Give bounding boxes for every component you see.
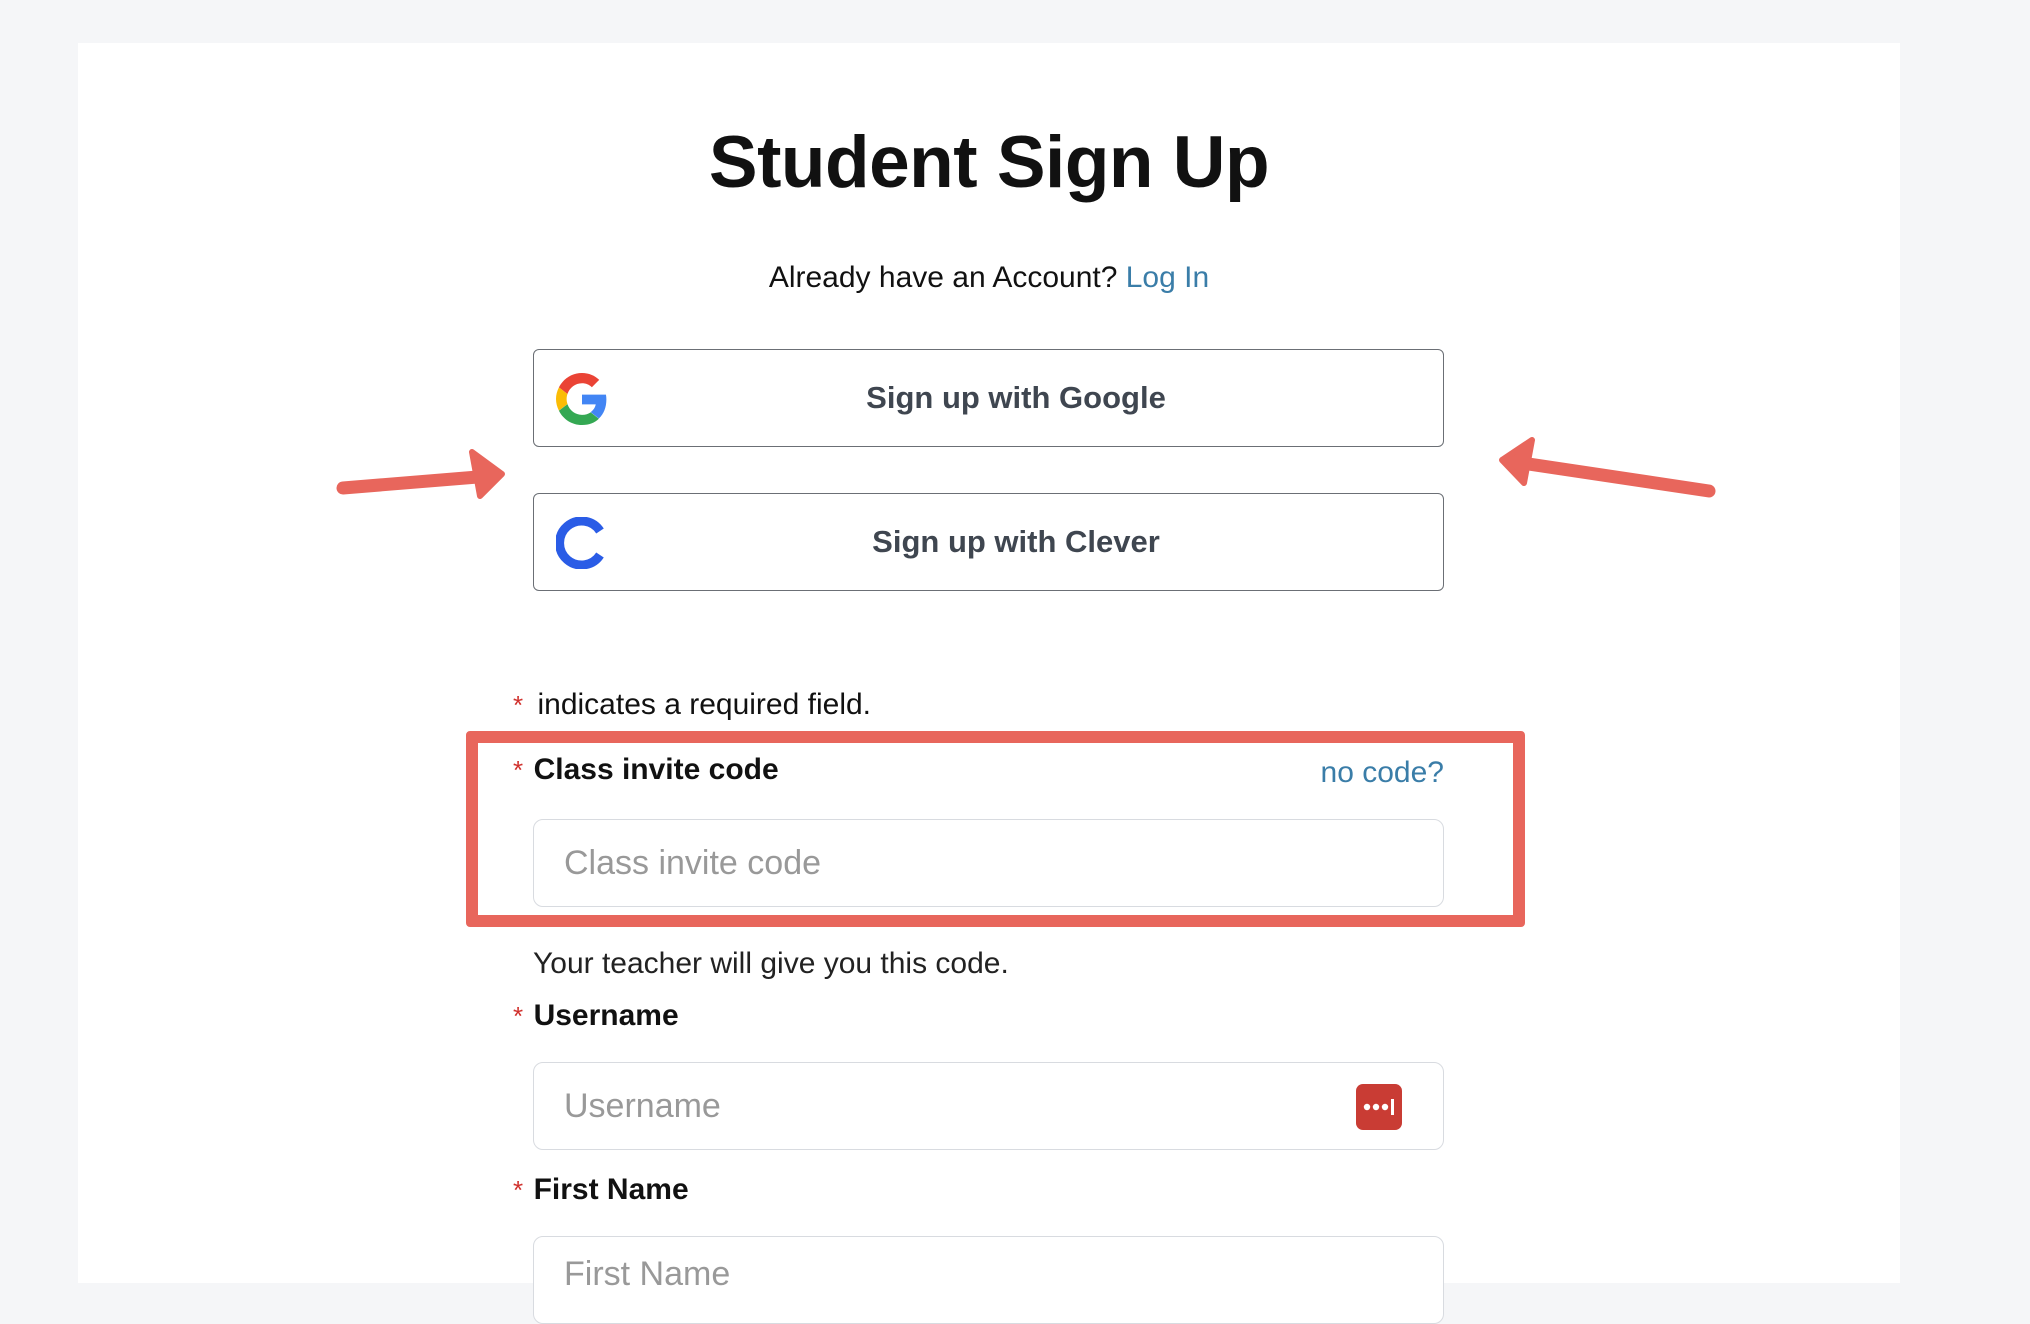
annotation-arrows: [336, 437, 1716, 499]
right-arrow: [1499, 437, 1716, 498]
left-arrow: [336, 449, 505, 499]
